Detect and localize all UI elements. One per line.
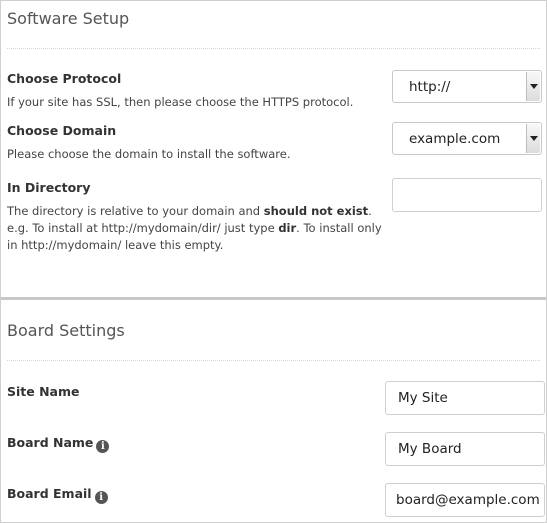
domain-select[interactable]: example.com xyxy=(392,122,542,155)
chevron-down-icon[interactable] xyxy=(526,72,540,101)
board-name-input[interactable] xyxy=(386,433,544,465)
section-divider xyxy=(7,48,540,49)
site-name-label: Site Name xyxy=(7,384,80,399)
board-email-input-box[interactable] xyxy=(385,483,545,517)
info-icon[interactable]: i xyxy=(96,440,110,453)
section-separator xyxy=(1,297,546,300)
in-directory-description: The directory is relative to your domain… xyxy=(7,203,391,254)
choose-domain-description: Please choose the domain to install the … xyxy=(7,147,291,161)
site-name-input[interactable] xyxy=(386,382,544,414)
info-icon[interactable]: i xyxy=(94,491,108,504)
protocol-select[interactable]: http:// xyxy=(392,70,542,103)
board-settings-title: Board Settings xyxy=(7,321,125,340)
choose-domain-label: Choose Domain xyxy=(7,123,117,138)
domain-select-value: example.com xyxy=(409,131,501,147)
choose-protocol-label: Choose Protocol xyxy=(7,71,122,86)
board-name-input-box[interactable] xyxy=(385,432,545,466)
directory-input[interactable] xyxy=(393,179,541,211)
in-directory-label: In Directory xyxy=(7,180,91,195)
protocol-select-value: http:// xyxy=(409,79,451,95)
directory-desc-part: The directory is relative to your domain… xyxy=(7,204,264,218)
section-divider xyxy=(7,360,540,361)
board-name-label-text: Board Name xyxy=(7,435,94,450)
board-name-label: Board Name i xyxy=(7,435,110,453)
directory-desc-emphasis: dir xyxy=(278,221,297,235)
install-form-panel: Software Setup Choose Protocol If your s… xyxy=(0,0,547,523)
chevron-down-icon[interactable] xyxy=(526,124,540,153)
board-email-label: Board Email i xyxy=(7,486,108,504)
choose-protocol-description: If your site has SSL, then please choose… xyxy=(7,95,354,109)
board-email-label-text: Board Email xyxy=(7,486,92,501)
software-setup-title: Software Setup xyxy=(7,9,130,28)
site-name-input-box[interactable] xyxy=(385,381,545,415)
board-email-input[interactable] xyxy=(386,484,544,516)
directory-desc-emphasis: should not exist xyxy=(263,204,369,218)
directory-input-box[interactable] xyxy=(392,178,542,212)
